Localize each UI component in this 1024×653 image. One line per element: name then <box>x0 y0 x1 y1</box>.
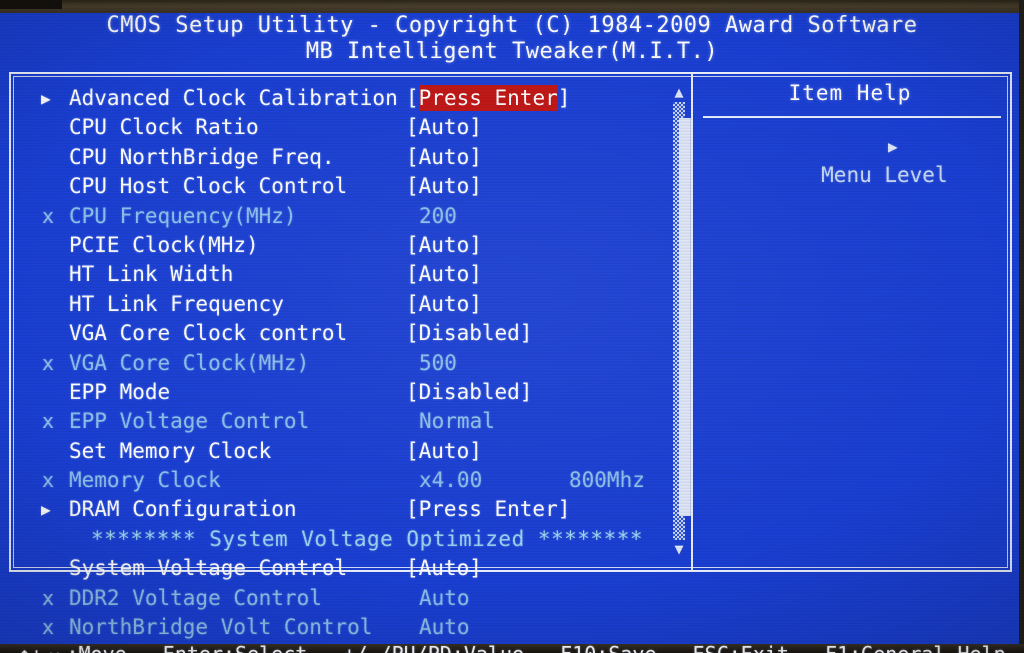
setting-label: HT Link Frequency <box>69 291 284 316</box>
setting-label: EPP Voltage Control <box>69 409 310 434</box>
setting-label: PCIE Clock(MHz) <box>69 232 259 257</box>
setting-value[interactable]: [Auto] <box>406 554 482 583</box>
settings-row[interactable]: PCIE Clock(MHz) [Auto] <box>11 231 671 260</box>
item-help-body: Menu Level ▶ <box>720 132 1000 248</box>
setting-label: CPU Host Clock Control <box>69 174 348 199</box>
section-banner-label: ******** System Voltage Optimized ******… <box>91 526 644 551</box>
key-legend-footer: ↑↓→←:Move Enter:Select +/-/PU/PD:Value F… <box>0 582 1024 653</box>
scrollbar-thumb[interactable] <box>679 118 691 516</box>
disabled-marker-icon: x <box>42 409 55 434</box>
setting-value[interactable]: 200 <box>419 202 457 231</box>
disabled-marker-icon: x <box>42 468 55 493</box>
settings-row[interactable]: ▶ DRAM Configuration [Press Enter] <box>11 495 671 524</box>
setting-value[interactable]: Normal <box>419 407 495 436</box>
settings-row[interactable]: System Voltage Control [Auto] <box>11 554 671 583</box>
item-help-title: Item Help <box>788 81 912 105</box>
title-line-copyright: CMOS Setup Utility - Copyright (C) 1984-… <box>106 13 918 38</box>
setting-value[interactable]: [Disabled] <box>406 378 532 407</box>
submenu-triangle-icon: ▶ <box>41 89 51 108</box>
settings-row[interactable]: CPU Clock Ratio [Auto] <box>11 113 671 142</box>
menu-level-label: Menu Level <box>821 163 948 187</box>
setting-label: EPP Mode <box>69 379 171 404</box>
settings-row[interactable]: HT Link Frequency [Auto] <box>11 290 671 319</box>
settings-pane: ▶ Advanced Clock Calibration [Press Enter]… <box>11 74 691 639</box>
setting-label: Advanced Clock Calibration <box>69 86 398 110</box>
setting-value[interactable]: x4.00 <box>419 466 482 495</box>
setting-label: Memory Clock <box>69 468 221 493</box>
value-bracket-open: [ <box>406 86 419 110</box>
setting-value[interactable]: [Press Enter] <box>406 84 570 113</box>
setting-label: DRAM Configuration <box>69 497 297 522</box>
scroll-down-arrow-icon[interactable]: ▼ <box>669 542 689 557</box>
monitor-bezel-top <box>0 0 1024 13</box>
page-title: CMOS Setup Utility - Copyright (C) 1984-… <box>0 13 1024 65</box>
settings-list: ▶ Advanced Clock Calibration [Press Enter]… <box>11 84 671 642</box>
settings-row[interactable]: CPU NorthBridge Freq. [Auto] <box>11 143 671 172</box>
bios-setup-screen: CMOS Setup Utility - Copyright (C) 1984-… <box>0 0 1024 653</box>
setting-value[interactable]: 500 <box>419 349 457 378</box>
setting-label: Set Memory Clock <box>69 438 272 463</box>
settings-row[interactable]: EPP Mode [Disabled] <box>11 378 671 407</box>
settings-row[interactable]: VGA Core Clock control [Disabled] <box>11 319 671 348</box>
settings-row[interactable]: ▶ Advanced Clock Calibration [Press Enter] <box>11 84 671 113</box>
setting-label: VGA Core Clock control <box>69 321 348 346</box>
setting-label: System Voltage Control <box>69 556 348 581</box>
setting-value[interactable]: [Auto] <box>406 231 482 260</box>
settings-row[interactable]: HT Link Width [Auto] <box>11 260 671 289</box>
menu-level-row: Menu Level ▶ <box>720 132 1000 248</box>
settings-row[interactable]: x CPU Frequency(MHz) 200 <box>11 202 671 231</box>
settings-scrollbar[interactable]: ▲ ▼ <box>667 85 691 557</box>
setting-label: CPU Frequency(MHz) <box>69 203 297 228</box>
settings-row[interactable]: x Memory Clock x4.00 800Mhz <box>11 466 671 495</box>
settings-row[interactable]: x EPP Voltage Control Normal <box>11 407 671 436</box>
key-legend-line-1: ↑↓→←:Move Enter:Select +/-/PU/PD:Value F… <box>0 640 1024 653</box>
settings-row[interactable]: x VGA Core Clock(MHz) 500 <box>11 349 671 378</box>
setting-label: CPU Clock Ratio <box>69 115 259 140</box>
setting-value-secondary: 800Mhz <box>569 468 645 493</box>
setting-value[interactable]: [Disabled] <box>406 319 532 348</box>
panel-divider <box>691 74 693 570</box>
setting-value[interactable]: [Auto] <box>406 290 482 319</box>
title-line-section: MB Intelligent Tweaker(M.I.T.) <box>305 39 719 64</box>
setting-label: VGA Core Clock(MHz) <box>69 350 310 375</box>
setting-label: HT Link Width <box>69 262 234 287</box>
setting-value[interactable]: [Auto] <box>406 437 482 466</box>
menu-level-arrow-icon: ▶ <box>888 137 898 156</box>
setting-value[interactable]: [Auto] <box>406 113 482 142</box>
setting-value[interactable]: [Press Enter] <box>406 495 570 524</box>
submenu-triangle-icon: ▶ <box>41 500 51 520</box>
selected-value-highlight[interactable]: Press Enter <box>418 85 558 111</box>
disabled-marker-icon: x <box>42 203 55 228</box>
settings-row[interactable]: Set Memory Clock [Auto] <box>11 437 671 466</box>
monitor-bezel-corner <box>0 0 62 9</box>
disabled-marker-icon: x <box>42 350 55 375</box>
setting-label: CPU NorthBridge Freq. <box>69 144 335 169</box>
settings-row[interactable]: CPU Host Clock Control [Auto] <box>11 172 671 201</box>
scrollbar-track[interactable] <box>673 102 691 540</box>
setting-value[interactable]: [Auto] <box>406 172 482 201</box>
value-bracket-close: ] <box>557 86 571 110</box>
setting-value[interactable]: [Auto] <box>406 260 482 289</box>
scroll-up-arrow-icon[interactable]: ▲ <box>669 85 689 100</box>
item-help-separator <box>703 116 1001 118</box>
setting-value[interactable]: [Auto] <box>406 143 482 172</box>
monitor-bezel-right <box>1019 0 1024 653</box>
section-banner: ******** System Voltage Optimized ******… <box>11 525 671 554</box>
item-help-panel: Item Help Menu Level ▶ <box>700 74 1006 570</box>
